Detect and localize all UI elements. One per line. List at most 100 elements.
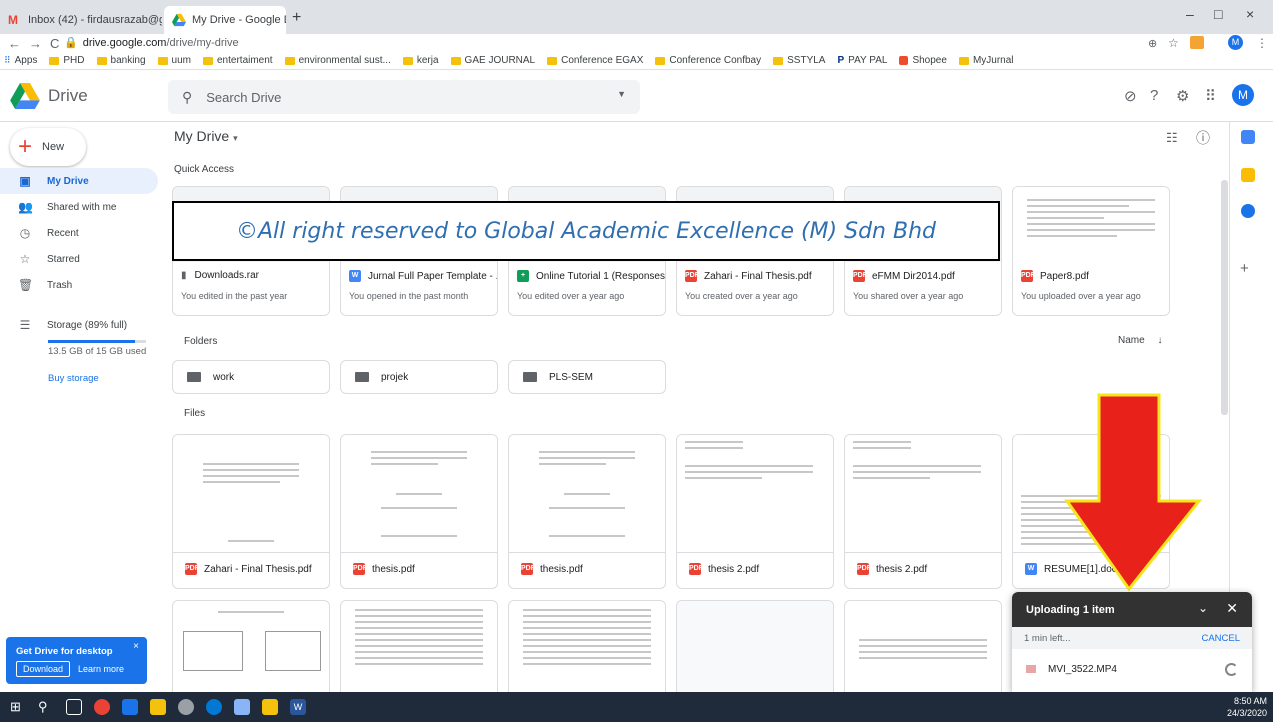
sort-by-name[interactable]: Name ↓ — [1118, 335, 1162, 346]
task-view-icon[interactable] — [66, 699, 82, 715]
add-addon-icon[interactable]: + — [1240, 260, 1249, 277]
search-options-icon[interactable]: ▼ — [617, 89, 626, 99]
bookmark-item[interactable]: PHD — [49, 55, 85, 66]
cancel-upload-button[interactable]: CANCEL — [1201, 633, 1240, 644]
bookmark-item[interactable]: entertaiment — [203, 55, 273, 66]
folder-item[interactable]: PLS-SEM — [508, 360, 666, 394]
bookmark-shopee[interactable]: Shopee — [899, 55, 947, 66]
sidebar-item-recent[interactable]: ◷ Recent — [0, 220, 158, 246]
bookmark-item[interactable]: SSTYLA — [773, 55, 825, 66]
cloud-icon[interactable] — [178, 699, 194, 715]
maximize-button[interactable]: □ — [1214, 6, 1222, 22]
folder-item[interactable]: projek — [340, 360, 498, 394]
file-card[interactable]: PDF thesis.pdf — [508, 434, 666, 589]
file-card[interactable] — [676, 600, 834, 692]
close-window-button[interactable]: × — [1246, 6, 1254, 22]
bookmark-apps[interactable]: ⠿ Apps — [4, 55, 37, 66]
edge-icon[interactable] — [122, 699, 138, 715]
back-icon[interactable]: ← — [8, 36, 21, 51]
file-card[interactable]: PDF Zahari - Final Thesis.pdf — [172, 434, 330, 589]
gmail-icon: M — [8, 13, 18, 27]
apps-grid-icon[interactable]: ⠿ — [1205, 87, 1216, 105]
tab-gmail[interactable]: M Inbox (42) - firdausrazab@gmail.c × — [0, 6, 162, 34]
sidebar-item-shared[interactable]: 👥 Shared with me — [0, 194, 158, 220]
folder-item[interactable]: work — [172, 360, 330, 394]
lock-icon: 🔒 — [64, 37, 78, 49]
arrow-down-icon: ↓ — [1157, 335, 1163, 346]
sidebar-item-my-drive[interactable]: ▣ My Drive — [0, 168, 158, 194]
search-input[interactable]: ⚲ Search Drive ▼ — [168, 80, 640, 114]
collapse-icon[interactable]: ⌄ — [1198, 601, 1208, 615]
tasks-icon[interactable] — [1241, 204, 1255, 218]
pdf-icon: PDF — [689, 563, 703, 575]
file-card[interactable]: PDF thesis.pdf — [340, 434, 498, 589]
star-bookmark-icon[interactable]: ☆ — [1168, 36, 1179, 50]
shared-folder-icon — [523, 372, 537, 382]
bookmark-item[interactable]: banking — [96, 55, 146, 66]
tab-drive[interactable]: My Drive - Google Drive × — [164, 6, 286, 34]
bookmark-item[interactable]: Conference EGAX — [547, 55, 643, 66]
keep-icon[interactable] — [1241, 168, 1255, 182]
progress-spinner-icon — [1225, 662, 1238, 676]
file-thumbnail — [677, 435, 833, 553]
bookmark-item[interactable]: uum — [157, 55, 191, 66]
bookmark-paypal[interactable]: P PAY PAL — [837, 55, 887, 66]
file-card[interactable] — [844, 600, 1002, 692]
chrome-icon[interactable] — [94, 699, 110, 715]
menu-icon[interactable]: ⋮ — [1256, 36, 1268, 50]
app-icon[interactable] — [234, 699, 250, 715]
file-explorer-icon[interactable] — [150, 699, 166, 715]
bookmark-item[interactable]: MyJurnal — [958, 55, 1014, 66]
windows-start-icon[interactable]: ⊞ — [10, 699, 26, 715]
bookmark-item[interactable]: Conference Confbay — [655, 55, 761, 66]
taskbar-clock[interactable]: 8:50 AM 24/3/2020 — [1227, 695, 1267, 719]
reload-icon[interactable]: C — [50, 36, 59, 51]
sidebar-item-trash[interactable]: 🗑 Trash — [0, 272, 158, 298]
new-tab-button[interactable]: + — [292, 9, 301, 27]
avatar[interactable]: M — [1232, 84, 1254, 106]
minimize-button[interactable]: – — [1186, 6, 1194, 22]
pdf-icon: PDF — [685, 270, 699, 282]
bookmark-item[interactable]: GAE JOURNAL — [450, 55, 535, 66]
sidebar-item-storage[interactable]: ☰ Storage (89% full) — [0, 312, 158, 338]
scrollbar[interactable] — [1221, 180, 1228, 415]
pdf-icon: PDF — [1021, 270, 1035, 282]
help-icon[interactable]: ? — [1150, 87, 1158, 104]
quick-access-card[interactable]: PDF Paper8.pdf You uploaded over a year ag… — [1012, 186, 1170, 316]
search-icon[interactable]: ⚲ — [38, 699, 54, 715]
settings-gear-icon[interactable]: ⚙ — [1176, 87, 1189, 105]
close-icon[interactable]: × — [133, 641, 139, 652]
close-icon[interactable]: ✕ — [1226, 600, 1238, 617]
extension-icon[interactable] — [1190, 36, 1204, 49]
profile-avatar[interactable]: M — [1228, 35, 1243, 50]
learn-more-link[interactable]: Learn more — [78, 664, 124, 674]
folder-icon — [450, 56, 461, 65]
buy-storage-link[interactable]: Buy storage — [48, 373, 99, 384]
folder-icon — [655, 56, 666, 65]
file-card[interactable] — [172, 600, 330, 692]
file-card[interactable]: PDF thesis 2.pdf — [676, 434, 834, 589]
info-icon[interactable]: ⓘ — [1196, 128, 1210, 148]
page-title[interactable]: My Drive ▾ — [174, 128, 238, 144]
folder-icon[interactable] — [262, 699, 278, 715]
word-app-icon[interactable]: W — [290, 699, 306, 715]
bookmark-item[interactable]: kerja — [402, 55, 439, 66]
list-view-icon[interactable]: ☷ — [1166, 130, 1178, 146]
offline-icon[interactable]: ⊘ — [1124, 87, 1137, 105]
folder-icon — [96, 56, 107, 65]
url-field[interactable]: 🔒 drive.google.com/drive/my-drive — [64, 36, 239, 49]
folders-label: Folders — [184, 336, 218, 347]
file-card[interactable]: PDF thesis 2.pdf — [844, 434, 1002, 589]
sidebar-item-starred[interactable]: ☆ Starred — [0, 246, 158, 272]
drive-logo[interactable]: Drive — [10, 83, 88, 109]
telegram-icon[interactable] — [206, 699, 222, 715]
file-card[interactable] — [340, 600, 498, 692]
calendar-icon[interactable] — [1241, 130, 1255, 144]
bookmark-item[interactable]: environmental sust... — [284, 55, 391, 66]
forward-icon[interactable]: → — [29, 36, 42, 51]
file-card[interactable] — [508, 600, 666, 692]
cast-icon[interactable]: ⊕ — [1148, 37, 1157, 50]
download-button[interactable]: Download — [16, 661, 71, 677]
new-button[interactable]: + New — [10, 128, 86, 166]
trash-icon: 🗑 — [18, 278, 34, 292]
